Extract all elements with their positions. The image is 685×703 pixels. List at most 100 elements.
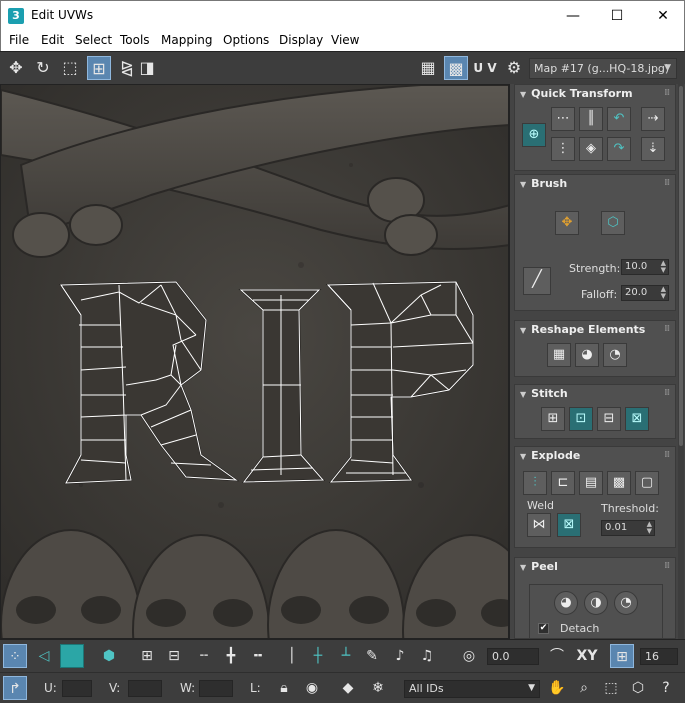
element-select-icon[interactable]: ⬢ bbox=[97, 644, 121, 668]
weld-selected-icon[interactable]: ⋈ bbox=[527, 513, 551, 537]
menu-view[interactable]: View bbox=[331, 33, 359, 47]
space-horizontal-icon[interactable]: ║ bbox=[579, 107, 603, 131]
pan-icon[interactable]: ✋ bbox=[545, 676, 569, 700]
checker-icon[interactable]: ▦ bbox=[416, 56, 440, 80]
panel-scrollbar[interactable] bbox=[678, 84, 684, 639]
rotate-icon[interactable]: ↻ bbox=[31, 56, 55, 80]
edge-loop-icon[interactable]: ┼ bbox=[306, 644, 330, 668]
edge-select-icon[interactable]: ◁ bbox=[32, 644, 56, 668]
xy-toggle[interactable]: XY bbox=[573, 644, 601, 668]
detach-edge-icon[interactable]: ⊏ bbox=[551, 471, 575, 495]
lock-icon[interactable]: 🔒︎ bbox=[272, 676, 296, 700]
grow-select-icon[interactable]: ⊞ bbox=[135, 644, 159, 668]
map-settings-icon[interactable]: ⚙ bbox=[502, 56, 526, 80]
brush-move-icon[interactable]: ✥ bbox=[555, 211, 579, 235]
uv-toggle[interactable]: U V bbox=[471, 56, 499, 80]
minimize-button[interactable]: — bbox=[550, 1, 596, 31]
quick-peel-icon[interactable]: ◕ bbox=[554, 591, 578, 615]
menu-select[interactable]: Select bbox=[75, 33, 112, 47]
face-select-icon[interactable] bbox=[60, 644, 84, 668]
zoom-icon[interactable]: ⌕ bbox=[572, 676, 596, 700]
stitch-target-icon[interactable]: ⊟ bbox=[597, 407, 621, 431]
flip-v-icon[interactable]: ⇣ bbox=[641, 137, 665, 161]
falloff-curve-icon[interactable]: ⌒ bbox=[545, 644, 569, 668]
rotate-ccw-icon[interactable]: ↶ bbox=[607, 107, 631, 131]
peel-reset-icon[interactable]: ◔ bbox=[614, 591, 638, 615]
zoom-extents-icon[interactable]: ⬡ bbox=[626, 676, 650, 700]
vertex-select-icon[interactable]: ⁘ bbox=[3, 644, 27, 668]
u-field[interactable] bbox=[62, 680, 92, 697]
space-vertical-icon[interactable]: ◈ bbox=[579, 137, 603, 161]
strength-spinner[interactable]: 10.0 ▲ ▼ bbox=[621, 259, 669, 275]
maximize-button[interactable]: ☐ bbox=[594, 1, 640, 31]
stitch-source-icon[interactable]: ⊞ bbox=[541, 407, 565, 431]
rollout-header[interactable]: ▼ Stitch ⁞⁞ bbox=[515, 385, 675, 402]
stitch-average-icon[interactable]: ⊡ bbox=[569, 407, 593, 431]
v-field[interactable] bbox=[128, 680, 162, 697]
stitch-custom-icon[interactable]: ⊠ bbox=[625, 407, 649, 431]
zoom-region-icon[interactable]: ⬚ bbox=[599, 676, 623, 700]
menu-mapping[interactable]: Mapping bbox=[161, 33, 213, 47]
rollout-header[interactable]: ▼ Brush ⁞⁞ bbox=[515, 175, 675, 192]
menu-tools[interactable]: Tools bbox=[120, 33, 150, 47]
spinner-arrows-icon[interactable]: ▲ ▼ bbox=[647, 521, 652, 535]
flip-h-icon[interactable]: ⇢ bbox=[641, 107, 665, 131]
align-vertical-icon[interactable]: ⋮ bbox=[551, 137, 575, 161]
ring-icon[interactable]: ╌ bbox=[192, 644, 216, 668]
mirror-v-icon[interactable]: ◨ bbox=[135, 56, 159, 80]
align-horizontal-icon[interactable]: ⋯ bbox=[551, 107, 575, 131]
weld-target-icon[interactable]: ⊠ bbox=[557, 513, 581, 537]
relax-icon[interactable]: ◕ bbox=[575, 343, 599, 367]
break-icon[interactable]: ⫶ bbox=[523, 471, 547, 495]
grid-snap-icon[interactable]: ⊞ bbox=[610, 644, 634, 668]
rollout-header[interactable]: ▼ Reshape Elements ⁞⁞ bbox=[515, 321, 675, 338]
material-id-select[interactable]: All IDs ▼ bbox=[404, 680, 540, 698]
map-select[interactable]: Map #17 (g...HQ-18.jpg) ▼ bbox=[529, 58, 677, 79]
straighten-icon[interactable]: ▦ bbox=[547, 343, 571, 367]
brush-falloff-icon[interactable]: ╱ bbox=[523, 267, 551, 295]
menu-display[interactable]: Display bbox=[279, 33, 323, 47]
point-to-point-icon[interactable]: │ bbox=[280, 644, 304, 668]
relax-settings-icon[interactable]: ◔ bbox=[603, 343, 627, 367]
filter-icon[interactable]: ❄ bbox=[366, 676, 390, 700]
threshold-spinner[interactable]: 0.01 ▲ ▼ bbox=[601, 520, 655, 536]
rotate-cw-icon[interactable]: ↷ bbox=[607, 137, 631, 161]
rollout-header[interactable]: ▼ Peel ⁞⁞ bbox=[515, 558, 675, 575]
absolute-mode-icon[interactable]: ↱ bbox=[3, 676, 27, 700]
show-map-icon[interactable]: ▩ bbox=[444, 56, 468, 80]
menu-file[interactable]: File bbox=[9, 33, 29, 47]
menu-edit[interactable]: Edit bbox=[41, 33, 64, 47]
close-button[interactable]: ✕ bbox=[640, 1, 685, 31]
loop-icon[interactable]: ╋ bbox=[219, 644, 243, 668]
explode-icon[interactable]: ▩ bbox=[607, 471, 631, 495]
loop-shrink-icon[interactable]: ╍ bbox=[246, 644, 270, 668]
shrink-select-icon[interactable]: ⊟ bbox=[162, 644, 186, 668]
move-icon[interactable]: ✥ bbox=[4, 56, 28, 80]
brush-relax-icon[interactable]: ⬡ bbox=[601, 211, 625, 235]
select-similar-icon[interactable]: ┴ bbox=[334, 644, 358, 668]
scale-icon[interactable]: ⬚ bbox=[58, 56, 82, 80]
detach-checkbox[interactable]: ✔ bbox=[538, 623, 549, 634]
rollout-header[interactable]: ▼ Explode ⁞⁞ bbox=[515, 447, 675, 464]
paint-shrink-icon[interactable]: ♫ bbox=[415, 644, 439, 668]
spinner-arrows-icon[interactable]: ▲ ▼ bbox=[661, 260, 666, 274]
soft-select-icon[interactable]: ◎ bbox=[457, 644, 481, 668]
uv-viewport[interactable] bbox=[0, 84, 509, 639]
freeform-icon[interactable]: ⊞ bbox=[87, 56, 111, 80]
paint-select-icon[interactable]: ✎ bbox=[360, 644, 384, 668]
snap-toggle-icon[interactable]: ? bbox=[654, 676, 678, 700]
flatten-icon[interactable]: ▤ bbox=[579, 471, 603, 495]
rotate-angle-field[interactable]: 0.0 bbox=[487, 648, 539, 665]
uv-canvas[interactable] bbox=[1, 85, 509, 639]
scrollbar-thumb[interactable] bbox=[679, 86, 683, 446]
peel-mode-icon[interactable]: ◑ bbox=[584, 591, 608, 615]
menu-options[interactable]: Options bbox=[223, 33, 269, 47]
align-center-icon[interactable]: ⊕ bbox=[522, 123, 546, 147]
show-hidden-icon[interactable]: ◉ bbox=[300, 676, 324, 700]
freeze-icon[interactable]: ◆ bbox=[336, 676, 360, 700]
spinner-arrows-icon[interactable]: ▲ ▼ bbox=[661, 286, 666, 300]
paint-grow-icon[interactable]: ♪ bbox=[388, 644, 412, 668]
weld-all-icon[interactable]: ▢ bbox=[635, 471, 659, 495]
falloff-spinner[interactable]: 20.0 ▲ ▼ bbox=[621, 285, 669, 301]
w-field[interactable] bbox=[199, 680, 233, 697]
